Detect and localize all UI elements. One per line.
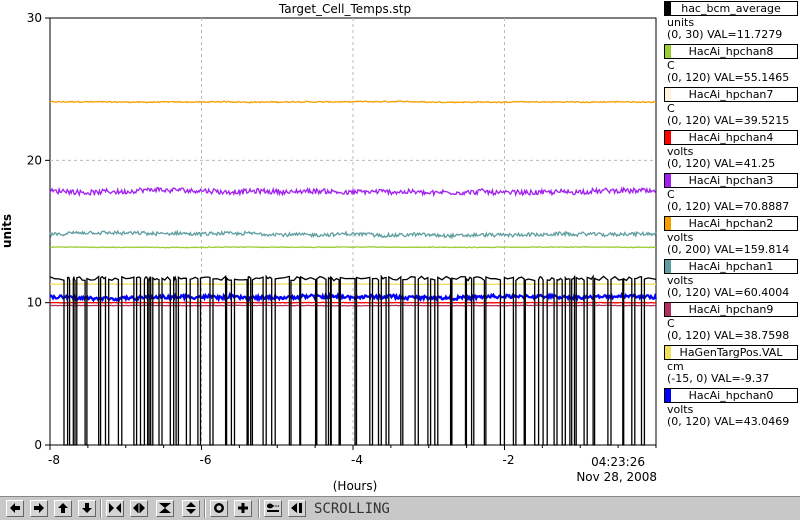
legend-range-value: (0, 120) VAL=39.5215 (667, 114, 790, 127)
zoom-in-y-button[interactable] (156, 500, 174, 517)
legend-swatch (665, 389, 671, 402)
auto-scale-button[interactable] (264, 500, 282, 517)
autoscale-icon (267, 503, 279, 512)
time-label: 04:23:26 (591, 455, 645, 469)
legend-item-hacai-hpchan9[interactable]: HacAi_hpchan9 (664, 302, 798, 317)
legend-name: HacAi_hpchan9 (688, 303, 774, 316)
pan-right-button[interactable] (30, 500, 48, 517)
zoom-in-x-button[interactable] (106, 500, 124, 517)
x-axis-label: (Hours) (333, 479, 378, 493)
y-tick-label: 10 (27, 296, 42, 310)
legend-swatch (665, 45, 671, 58)
toolbar-separator (258, 499, 260, 518)
legend-name: HacAi_hpchan0 (688, 389, 774, 402)
x-tick-label: -6 (200, 453, 212, 467)
date-label: Nov 28, 2008 (576, 470, 657, 484)
toolbar-separator (204, 499, 206, 518)
scrolling-status: SCROLLING (314, 501, 390, 517)
zoom-out-y-button[interactable] (182, 500, 200, 517)
y-tick-label: 20 (27, 153, 42, 167)
legend-item-hacai-hpchan1[interactable]: HacAi_hpchan1 (664, 259, 798, 274)
x-tick-label: -2 (503, 453, 515, 467)
legend-range-value: (0, 120) VAL=60.4004 (667, 286, 790, 299)
arrow-left-bar-icon (291, 503, 302, 513)
arrow-right-icon (34, 503, 44, 513)
toolbar: SCROLLING (0, 496, 800, 520)
zoom-out-y-icon (186, 502, 196, 514)
legend-name: HacAi_hpchan2 (688, 217, 774, 230)
legend-name: HacAi_hpchan1 (688, 260, 774, 273)
pan-down-button[interactable] (78, 500, 96, 517)
pan-left-button[interactable] (6, 500, 24, 517)
arrow-up-icon (58, 503, 68, 513)
legend-range-value: (0, 120) VAL=41.25 (667, 157, 776, 170)
legend-item-hacai-hpchan4[interactable]: HacAi_hpchan4 (664, 130, 798, 145)
chart-title: Target_Cell_Temps.stp (278, 2, 411, 16)
legend-item-hacai-hpchan8[interactable]: HacAi_hpchan8 (664, 44, 798, 59)
legend-name: HaGenTargPos.VAL (679, 346, 783, 359)
legend-swatch (665, 2, 671, 15)
legend-range-value: (0, 200) VAL=159.814 (667, 243, 790, 256)
legend-swatch (665, 303, 671, 316)
y-tick-label: 30 (27, 11, 42, 25)
legend-range-value: (0, 120) VAL=55.1465 (667, 71, 790, 84)
legend-range-value: (-15, 0) VAL=-9.37 (667, 372, 770, 385)
legend-swatch (665, 174, 671, 187)
crosshair-icon (238, 503, 248, 513)
trace-hacai-hpchan8 (49, 245, 657, 249)
legend-range-value: (0, 120) VAL=43.0469 (667, 415, 790, 428)
legend-name: HacAi_hpchan8 (688, 45, 774, 58)
arrow-down-icon (82, 503, 92, 513)
legend-swatch (665, 88, 671, 101)
legend-item-hacai-hpchan3[interactable]: HacAi_hpchan3 (664, 173, 798, 188)
zoom-box-button[interactable] (210, 500, 228, 517)
legend-swatch (665, 346, 671, 359)
legend-swatch (665, 260, 671, 273)
legend-swatch (665, 131, 671, 144)
zoom-in-x-icon (109, 503, 121, 513)
x-tick-label: -8 (48, 453, 60, 467)
legend-item-hac-bcm-average[interactable]: hac_bcm_average (664, 1, 798, 16)
pan-up-button[interactable] (54, 500, 72, 517)
zoom-in-y-icon (159, 503, 171, 513)
y-axis-label: units (0, 214, 14, 248)
zoom-out-x-icon (133, 503, 145, 513)
legend-range-value: (0, 120) VAL=38.7598 (667, 329, 790, 342)
legend-item-hagentargpos-val[interactable]: HaGenTargPos.VAL (664, 345, 798, 360)
legend-name: HacAi_hpchan7 (688, 88, 774, 101)
arrow-left-icon (10, 503, 20, 513)
legend-item-hacai-hpchan7[interactable]: HacAi_hpchan7 (664, 87, 798, 102)
x-tick-label: -4 (351, 453, 363, 467)
legend-item-hacai-hpchan0[interactable]: HacAi_hpchan0 (664, 388, 798, 403)
back-button[interactable] (288, 500, 306, 517)
legend-range-value: (0, 30) VAL=11.7279 (667, 28, 783, 41)
crosshair-button[interactable] (234, 500, 252, 517)
legend-range-value: (0, 120) VAL=70.8887 (667, 200, 790, 213)
y-tick-label: 0 (34, 438, 42, 452)
toolbar-separator (100, 499, 102, 518)
legend-swatch (665, 217, 671, 230)
legend-name: HacAi_hpchan4 (688, 131, 774, 144)
circle-icon (214, 503, 224, 513)
legend-name: HacAi_hpchan3 (688, 174, 774, 187)
zoom-out-x-button[interactable] (130, 500, 148, 517)
legend-item-hacai-hpchan2[interactable]: HacAi_hpchan2 (664, 216, 798, 231)
legend-name: hac_bcm_average (681, 2, 781, 15)
